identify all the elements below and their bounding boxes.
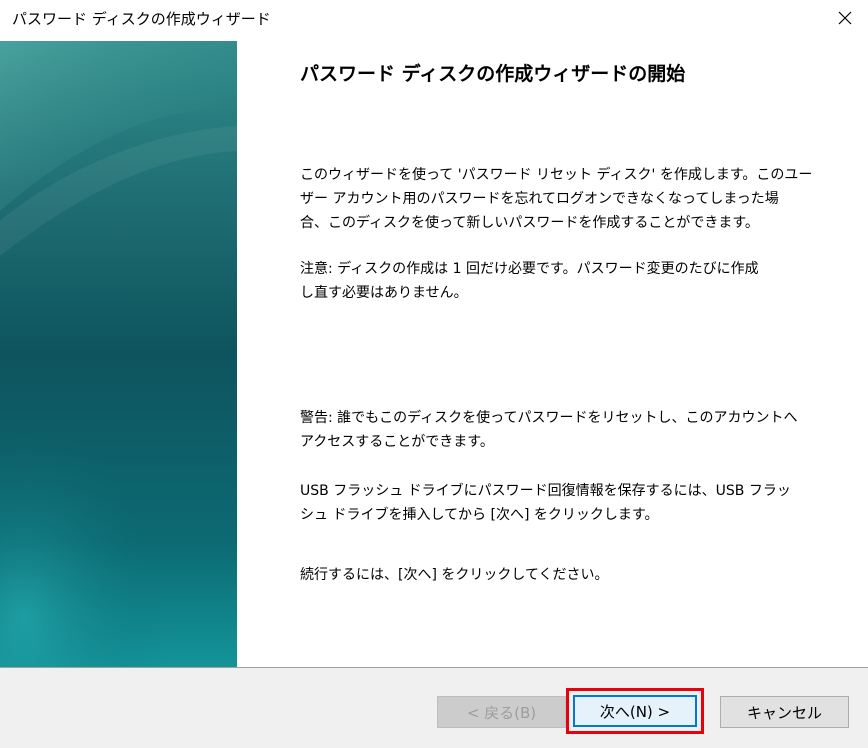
- intro-line: 合、このディスクを使って新しいパスワードを作成することができます。: [300, 215, 759, 231]
- intro-line: ザー アカウント用のパスワードを忘れてログオンできなくなってしまった場: [300, 191, 779, 207]
- note-line: し直す必要はありません。: [300, 285, 468, 301]
- back-button[interactable]: < 戻る(B): [437, 696, 566, 728]
- wizard-window: パスワード ディスクの作成ウィザード パスワード ディスクの作成ウィザードの開始…: [0, 0, 868, 748]
- warning-paragraph: 警告: 誰でもこのディスクを使ってパスワードをリセットし、このアカウントへ アク…: [300, 406, 810, 454]
- title-bar: パスワード ディスクの作成ウィザード: [0, 0, 868, 40]
- intro-line: このウィザードを使って 'パスワード リセット ディスク' を作成します。このユ…: [300, 167, 813, 183]
- usb-line: USB フラッシュ ドライブにパスワード回復情報を保存するには、USB フラッ: [300, 483, 791, 499]
- note-line: 注意: ディスクの作成は 1 回だけ必要です。パスワード変更のたびに作成: [300, 261, 759, 277]
- warning-line: アクセスすることができます。: [300, 434, 494, 450]
- warning-line: 警告: 誰でもこのディスクを使ってパスワードをリセットし、このアカウントへ: [300, 410, 798, 426]
- next-button-highlight: 次へ(N) >: [566, 688, 704, 734]
- usb-paragraph: USB フラッシュ ドライブにパスワード回復情報を保存するには、USB フラッ …: [300, 479, 810, 527]
- button-bar: < 戻る(B) 次へ(N) > キャンセル: [0, 668, 868, 748]
- continue-line: 続行するには、[次へ] をクリックしてください。: [300, 567, 609, 583]
- close-button[interactable]: [822, 0, 868, 36]
- close-icon: [838, 11, 852, 25]
- window-title: パスワード ディスクの作成ウィザード: [12, 10, 271, 28]
- wizard-side-banner: [0, 41, 237, 667]
- continue-paragraph: 続行するには、[次へ] をクリックしてください。: [300, 563, 810, 587]
- cancel-button[interactable]: キャンセル: [720, 696, 849, 728]
- page-heading: パスワード ディスクの作成ウィザードの開始: [300, 63, 686, 85]
- note-paragraph: 注意: ディスクの作成は 1 回だけ必要です。パスワード変更のたびに作成 し直す…: [300, 257, 810, 305]
- usb-line: シュ ドライブを挿入してから [次へ] をクリックします。: [300, 507, 659, 523]
- next-button[interactable]: 次へ(N) >: [573, 695, 697, 727]
- intro-paragraph: このウィザードを使って 'パスワード リセット ディスク' を作成します。このユ…: [300, 163, 813, 235]
